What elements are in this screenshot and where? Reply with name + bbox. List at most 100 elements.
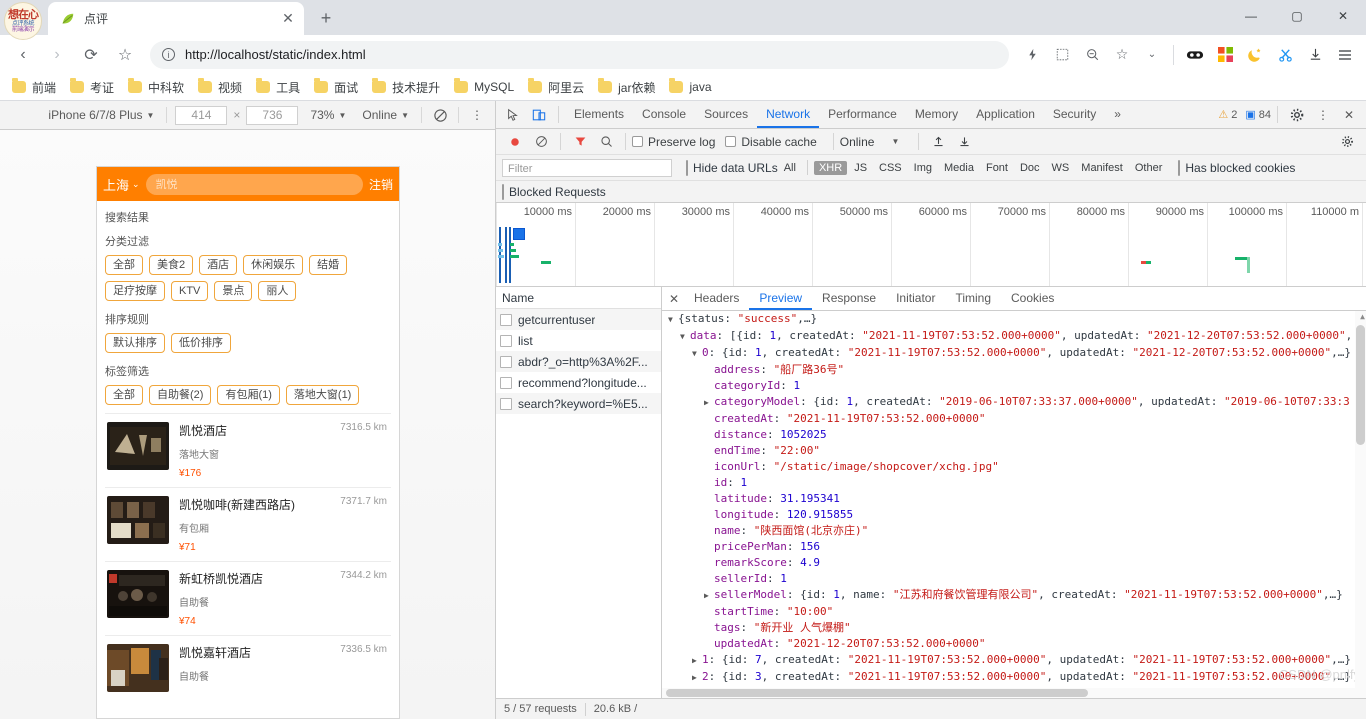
list-item[interactable]: 新虹桥凯悦酒店 自助餐 ¥74 7344.2 km	[105, 561, 391, 635]
json-line[interactable]: updatedAt: "2021-12-20T07:53:52.000+0000…	[662, 636, 1366, 652]
json-line[interactable]: id: 1	[662, 475, 1366, 491]
tab-cookies[interactable]: Cookies	[1001, 287, 1064, 310]
json-line[interactable]: remarkScore: 4.9	[662, 555, 1366, 571]
tab-close-icon[interactable]: ✕	[278, 9, 298, 29]
filter-type-xhr[interactable]: XHR	[813, 160, 848, 175]
disable-cache-checkbox[interactable]: Disable cache	[725, 135, 817, 149]
filter-type-doc[interactable]: Doc	[1015, 161, 1045, 175]
tab-initiator[interactable]: Initiator	[886, 287, 945, 310]
collapsed-triangle-icon[interactable]: ▶	[704, 588, 714, 604]
glasses-extension-icon[interactable]	[1182, 42, 1208, 68]
viewport-width-input[interactable]: 414	[175, 105, 228, 125]
reload-icon[interactable]: ⟳	[76, 40, 106, 70]
category-chip[interactable]: 酒店	[199, 255, 238, 276]
bookmark-item[interactable]: 工具	[250, 77, 306, 98]
scroll-up-icon[interactable]: ▲	[1360, 312, 1365, 321]
more-vertical-icon[interactable]: ⋮	[467, 105, 487, 125]
json-line[interactable]: ▶ sellerModel: {id: 1, name: "江苏和府餐饮管理有限公…	[662, 587, 1366, 604]
sort-chip[interactable]: 低价排序	[171, 333, 231, 354]
forward-icon[interactable]: ›	[42, 40, 72, 70]
category-chip[interactable]: 美食2	[149, 255, 194, 276]
preview-hscrollbar[interactable]	[662, 688, 1366, 698]
json-line[interactable]: pricePerMan: 156	[662, 539, 1366, 555]
bookmark-item[interactable]: 中科软	[122, 77, 190, 98]
json-line[interactable]: ▼ 0: {id: 1, createdAt: "2021-11-19T07:53…	[662, 345, 1366, 362]
clear-icon[interactable]	[528, 130, 554, 154]
network-throttle-select[interactable]: Online	[840, 135, 875, 149]
close-icon[interactable]: ✕	[1336, 103, 1362, 127]
tag-chip[interactable]: 有包厢(1)	[217, 385, 280, 406]
browser-tab[interactable]: 点评 ✕	[48, 2, 304, 35]
bookmark-item[interactable]: jar依赖	[592, 77, 661, 98]
zoom-out-icon[interactable]	[1079, 42, 1105, 68]
window-close-button[interactable]: ✕	[1320, 0, 1366, 32]
tab-headers[interactable]: Headers	[684, 287, 749, 310]
tab-sources[interactable]: Sources	[695, 101, 757, 128]
tab-application[interactable]: Application	[967, 101, 1044, 128]
bookmark-item[interactable]: 视频	[192, 77, 248, 98]
bookmark-item[interactable]: 考证	[64, 77, 120, 98]
expanded-triangle-icon[interactable]: ▼	[680, 329, 690, 345]
tab-memory[interactable]: Memory	[906, 101, 967, 128]
microsoft-extension-icon[interactable]	[1212, 42, 1238, 68]
sort-chip[interactable]: 默认排序	[105, 333, 165, 354]
collapsed-triangle-icon[interactable]: ▶	[692, 653, 702, 669]
json-line[interactable]: longitude: 120.915855	[662, 507, 1366, 523]
download-icon[interactable]	[951, 130, 977, 154]
rotate-icon[interactable]	[430, 105, 450, 125]
filter-type-all[interactable]: All	[779, 161, 801, 175]
collapsed-triangle-icon[interactable]: ▶	[692, 670, 702, 686]
bookmark-item[interactable]: MySQL	[448, 78, 520, 96]
record-icon[interactable]	[502, 130, 528, 154]
chevron-down-icon[interactable]: ▼	[878, 130, 912, 154]
search-icon[interactable]	[593, 130, 619, 154]
upload-icon[interactable]	[925, 130, 951, 154]
table-row[interactable]: search?keyword=%E5...	[496, 393, 661, 414]
list-item[interactable]: 凯悦咖啡(新建西路店) 有包厢 ¥71 7371.7 km	[105, 487, 391, 561]
viewport-height-input[interactable]: 736	[246, 105, 299, 125]
download-icon[interactable]	[1302, 42, 1328, 68]
tag-chip[interactable]: 自助餐(2)	[149, 385, 212, 406]
zoom-select[interactable]: 73% ▼	[310, 108, 346, 122]
json-line[interactable]: endTime: "22:00"	[662, 443, 1366, 459]
menu-icon[interactable]	[1332, 42, 1358, 68]
category-chip[interactable]: 休闲娱乐	[243, 255, 304, 276]
category-chip[interactable]: 足疗按摩	[105, 281, 165, 302]
expanded-triangle-icon[interactable]: ▼	[668, 312, 678, 328]
tab-performance[interactable]: Performance	[819, 101, 906, 128]
json-line[interactable]: iconUrl: "/static/image/shopcover/xchg.j…	[662, 459, 1366, 475]
filter-type-other[interactable]: Other	[1130, 161, 1168, 175]
logout-button[interactable]: 注销	[369, 176, 393, 193]
json-line[interactable]: tags: "新开业 人气爆棚"	[662, 620, 1366, 636]
table-row[interactable]: abdr?_o=http%3A%2F...	[496, 351, 661, 372]
chevron-down-icon[interactable]: ⌄	[1139, 42, 1165, 68]
filter-type-manifest[interactable]: Manifest	[1076, 161, 1128, 175]
detail-close-icon[interactable]: ✕	[664, 292, 684, 306]
json-line[interactable]: address: "船厂路36号"	[662, 362, 1366, 378]
tab-elements[interactable]: Elements	[565, 101, 633, 128]
filter-input[interactable]: Filter	[502, 158, 672, 177]
tab-preview[interactable]: Preview	[749, 287, 812, 310]
device-select[interactable]: iPhone 6/7/8 Plus ▼	[48, 108, 154, 122]
json-line[interactable]: ▶ categoryModel: {id: 1, createdAt: "2019…	[662, 394, 1366, 411]
category-chip[interactable]: 丽人	[258, 281, 297, 302]
list-item[interactable]: 凯悦嘉轩酒店 自助餐 7336.5 km	[105, 635, 391, 700]
json-line[interactable]: name: "陕西面馆(北京亦庄)"	[662, 523, 1366, 539]
new-tab-button[interactable]: +	[312, 4, 340, 32]
table-row[interactable]: recommend?longitude...	[496, 372, 661, 393]
blocked-requests-checkbox[interactable]: Blocked Requests	[502, 183, 606, 200]
window-minimize-button[interactable]: —	[1228, 0, 1274, 32]
inspect-icon[interactable]	[500, 103, 526, 127]
json-line[interactable]: ▼ {status: "success",…}	[662, 311, 1366, 328]
preview-scrollbar[interactable]: ▲ ▼	[1355, 311, 1366, 698]
collapsed-triangle-icon[interactable]: ▶	[704, 395, 714, 411]
json-line[interactable]: distance: 1052025	[662, 427, 1366, 443]
hide-data-urls-checkbox[interactable]: Hide data URLs	[686, 159, 778, 176]
json-line[interactable]: latitude: 31.195341	[662, 491, 1366, 507]
more-vertical-icon[interactable]: ⋮	[1310, 103, 1336, 127]
bookmark-item[interactable]: java	[663, 78, 717, 96]
table-row[interactable]: getcurrentuser	[496, 309, 661, 330]
filter-type-css[interactable]: CSS	[874, 161, 907, 175]
tab-response[interactable]: Response	[812, 287, 886, 310]
city-selector[interactable]: 上海 ⌄	[103, 175, 140, 194]
